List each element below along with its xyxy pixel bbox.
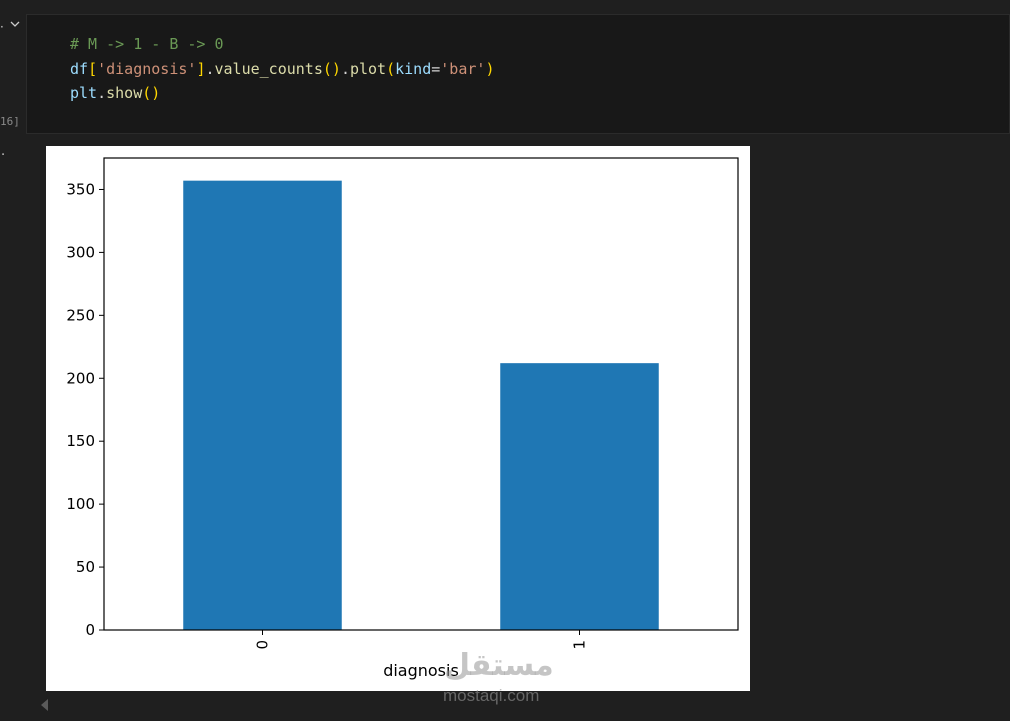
y-tick-label: 250: [66, 306, 95, 324]
code-line: df['diagnosis'].value_counts().plot(kind…: [70, 57, 494, 82]
bar-0: [183, 180, 342, 630]
code-token: show: [106, 84, 143, 102]
code-token: value_counts: [214, 59, 323, 78]
cell-toggle[interactable]: ·: [0, 14, 26, 40]
code-line: plt.show(): [70, 81, 494, 106]
x-tick-label: 0: [254, 640, 272, 650]
scroll-left-arrow-icon[interactable]: [38, 697, 52, 713]
code-line: # M -> 1 - B -> 0: [70, 32, 494, 57]
y-tick-label: 150: [66, 432, 95, 450]
y-tick-label: 0: [85, 621, 95, 639]
code-cell[interactable]: # M -> 1 - B -> 0 df['diagnosis'].value_c…: [26, 14, 1010, 134]
bar-chart: 0 50 100 150 200 250 300 350 0 1 diagnosis: [66, 157, 739, 680]
code-token: =: [431, 59, 441, 78]
top-strip: [0, 0, 1010, 14]
chevron-down-icon[interactable]: [9, 18, 21, 30]
code-token: .: [205, 59, 215, 78]
code-token: (: [386, 59, 396, 78]
code-token: [: [88, 59, 98, 78]
code-token: kind: [395, 59, 432, 78]
y-tick-label: 100: [66, 495, 95, 513]
y-tick-label: 350: [66, 180, 95, 198]
output-marker: ·: [1, 148, 6, 163]
code-token: (): [142, 84, 161, 102]
code-editor[interactable]: # M -> 1 - B -> 0 df['diagnosis'].value_c…: [70, 32, 494, 106]
x-tick-label: 1: [571, 640, 589, 650]
code-token: df: [70, 59, 89, 78]
code-token: 'diagnosis': [97, 59, 197, 78]
y-tick-label: 300: [66, 243, 95, 261]
code-token: 'bar': [440, 59, 486, 78]
code-token: plt: [70, 84, 98, 102]
execution-count: 16]: [0, 115, 20, 128]
code-token: plot: [349, 59, 387, 78]
plot-output: 0 50 100 150 200 250 300 350 0 1 diagnosis: [46, 146, 750, 691]
bar-1: [500, 363, 659, 630]
cell-dot-icon: ·: [0, 20, 4, 34]
code-token: (): [322, 59, 341, 78]
y-tick-label: 50: [76, 558, 95, 576]
code-token: # M -> 1 - B -> 0: [70, 35, 224, 53]
code-token: .: [97, 84, 107, 102]
y-tick-label: 200: [66, 369, 95, 387]
code-token: .: [340, 59, 350, 78]
code-token: ): [485, 59, 495, 78]
x-axis-label: diagnosis: [383, 661, 459, 680]
